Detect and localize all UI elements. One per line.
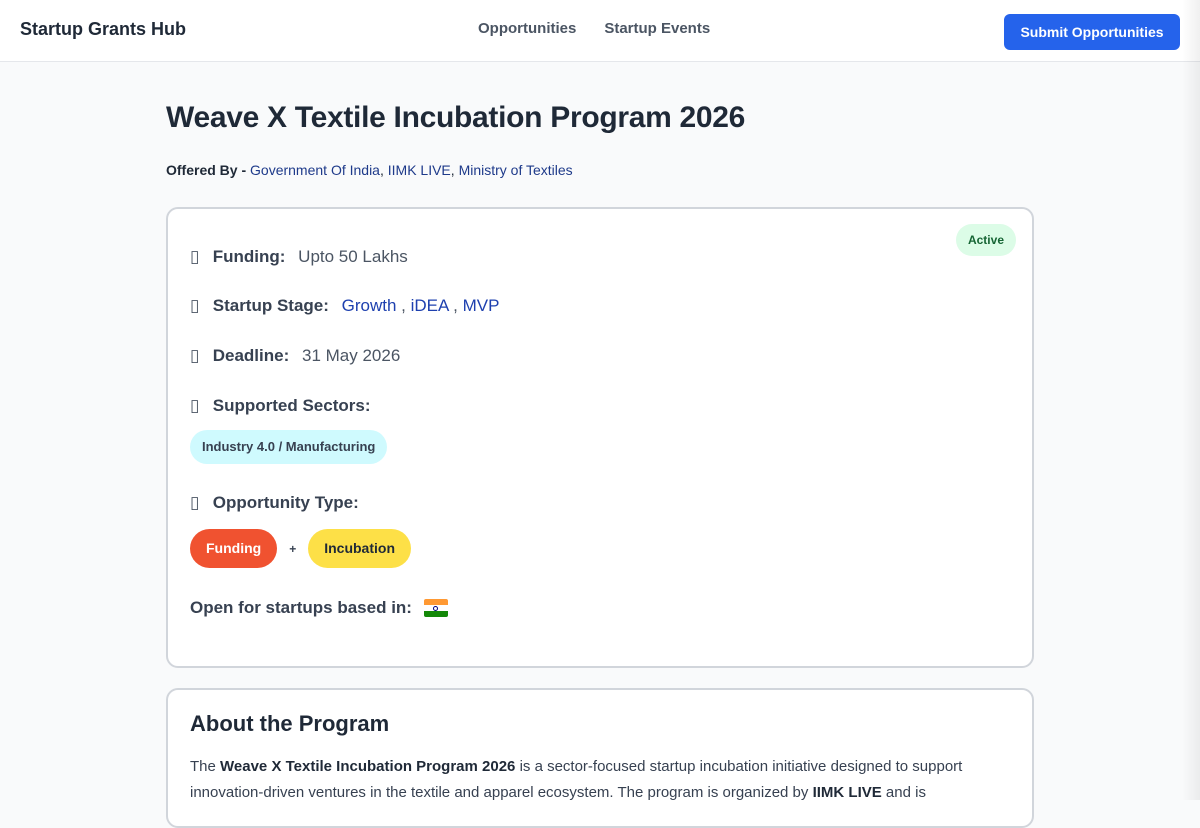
about-program-name: Weave X Textile Incubation Program 2026: [220, 758, 516, 775]
tag-icon: ▯: [190, 493, 200, 512]
money-icon: ▯: [190, 247, 200, 266]
sectors-row: ▯ Supported Sectors:: [190, 396, 378, 416]
sectors-label: Supported Sectors:: [212, 396, 371, 415]
type-tag-incubation[interactable]: Incubation: [308, 529, 411, 568]
location-label: Open for startups based in:: [190, 598, 412, 617]
sector-tag[interactable]: Industry 4.0 / Manufacturing: [190, 430, 388, 464]
opportunity-type-tags: Funding + Incubation: [190, 529, 411, 568]
offered-by-link-government[interactable]: Government Of India: [250, 162, 380, 178]
scrollbar-track: [1182, 0, 1200, 800]
brand-logo-text[interactable]: Startup Grants Hub: [20, 19, 186, 40]
stage-link-growth[interactable]: Growth: [342, 296, 397, 315]
type-joiner: +: [289, 541, 297, 556]
about-program-card: About the Program The Weave X Textile In…: [166, 688, 1034, 828]
opportunity-type-row: ▯ Opportunity Type:: [190, 493, 367, 513]
calendar-icon: ▯: [190, 346, 200, 365]
submit-opportunities-button[interactable]: Submit Opportunities: [1004, 14, 1180, 50]
offered-by-link-ministry[interactable]: Ministry of Textiles: [459, 162, 573, 178]
nav-opportunities[interactable]: Opportunities: [478, 20, 576, 37]
about-heading: About the Program: [190, 711, 390, 736]
startup-stage-row: ▯ Startup Stage: Growth , iDEA , MVP: [190, 296, 500, 315]
page-title: Weave X Textile Incubation Program 2026: [166, 101, 746, 134]
main-nav: Opportunities Startup Events: [478, 20, 710, 37]
funding-row: ▯ Funding: Upto 50 Lakhs: [190, 247, 408, 267]
offered-by-link-iimk[interactable]: IIMK LIVE: [388, 162, 451, 178]
nav-startup-events[interactable]: Startup Events: [604, 20, 710, 37]
top-navbar: Startup Grants Hub Opportunities Startup…: [0, 0, 1200, 62]
offered-by-label: Offered By -: [166, 162, 247, 178]
offered-by: Offered By - Government Of India, IIMK L…: [166, 162, 573, 178]
type-tag-funding[interactable]: Funding: [190, 529, 278, 568]
program-details-card: Active ▯ Funding: Upto 50 Lakhs ▯ Startu…: [166, 207, 1034, 668]
funding-value: Upto 50 Lakhs: [298, 247, 408, 266]
india-flag-icon: [423, 599, 448, 617]
deadline-value: 31 May 2026: [302, 346, 401, 365]
funding-label: Funding:: [212, 247, 286, 266]
stage-link-idea[interactable]: iDEA: [411, 296, 449, 315]
rocket-icon: ▯: [190, 296, 200, 315]
about-paragraph: The Weave X Textile Incubation Program 2…: [190, 758, 963, 801]
status-badge: Active: [955, 224, 1016, 256]
location-row: Open for startups based in:: [190, 598, 448, 618]
startup-stage-label: Startup Stage:: [212, 296, 329, 315]
opportunity-type-label: Opportunity Type:: [212, 493, 359, 512]
stage-link-mvp[interactable]: MVP: [463, 296, 500, 315]
deadline-row: ▯ Deadline: 31 May 2026: [190, 346, 400, 366]
deadline-label: Deadline:: [212, 346, 290, 365]
factory-icon: ▯: [190, 396, 200, 415]
about-organizer-name: IIMK LIVE: [812, 784, 882, 801]
